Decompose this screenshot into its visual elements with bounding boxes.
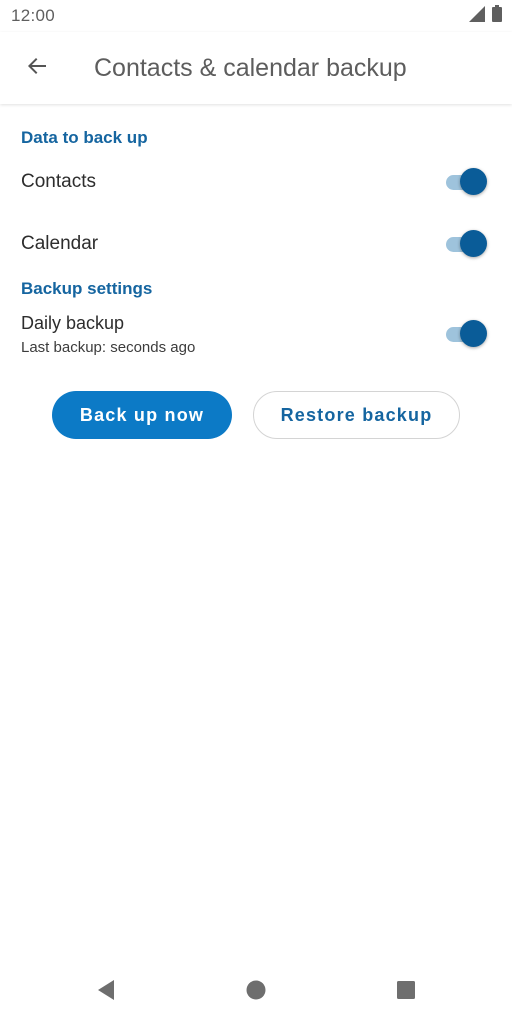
calendar-label: Calendar: [21, 233, 99, 254]
daily-backup-row[interactable]: Daily backup Last backup: seconds ago: [0, 310, 512, 358]
switch-thumb: [460, 230, 487, 257]
contacts-toggle[interactable]: [444, 168, 488, 196]
contacts-label: Contacts: [21, 171, 96, 192]
nav-back-button[interactable]: [90, 976, 122, 1008]
nav-home-button[interactable]: [240, 976, 272, 1008]
status-icons: [469, 5, 502, 27]
nav-recents-button[interactable]: [390, 976, 422, 1008]
section-header-data: Data to back up: [21, 128, 148, 147]
restore-backup-button[interactable]: Restore backup: [253, 391, 460, 439]
section-header-settings: Backup settings: [21, 279, 153, 298]
back-button[interactable]: [15, 46, 59, 90]
navigation-bar: [0, 960, 512, 1024]
daily-backup-label: Daily backup: [21, 312, 125, 333]
switch-thumb: [460, 168, 487, 195]
status-time: 12:00: [11, 6, 56, 25]
contacts-row[interactable]: Contacts: [0, 164, 512, 200]
recents-square-icon: [396, 980, 416, 1005]
switch-thumb: [460, 320, 487, 347]
daily-backup-text: Daily backup Last backup: seconds ago: [21, 313, 195, 356]
app-bar: Contacts & calendar backup: [0, 32, 512, 104]
battery-icon: [492, 5, 502, 27]
last-backup-subtitle: Last backup: seconds ago: [21, 338, 196, 356]
home-circle-icon: [246, 980, 266, 1005]
signal-icon: [469, 5, 485, 27]
page-title: Contacts & calendar backup: [94, 53, 407, 82]
calendar-toggle[interactable]: [444, 230, 488, 258]
back-up-now-button[interactable]: Back up now: [52, 391, 232, 439]
status-bar: 12:00: [0, 0, 512, 32]
daily-backup-toggle[interactable]: [444, 320, 488, 348]
screen: 12:00 Contacts & calendar backup Data to…: [0, 0, 512, 1024]
calendar-row[interactable]: Calendar: [0, 226, 512, 262]
arrow-back-icon: [25, 54, 49, 83]
back-triangle-icon: [96, 979, 116, 1006]
